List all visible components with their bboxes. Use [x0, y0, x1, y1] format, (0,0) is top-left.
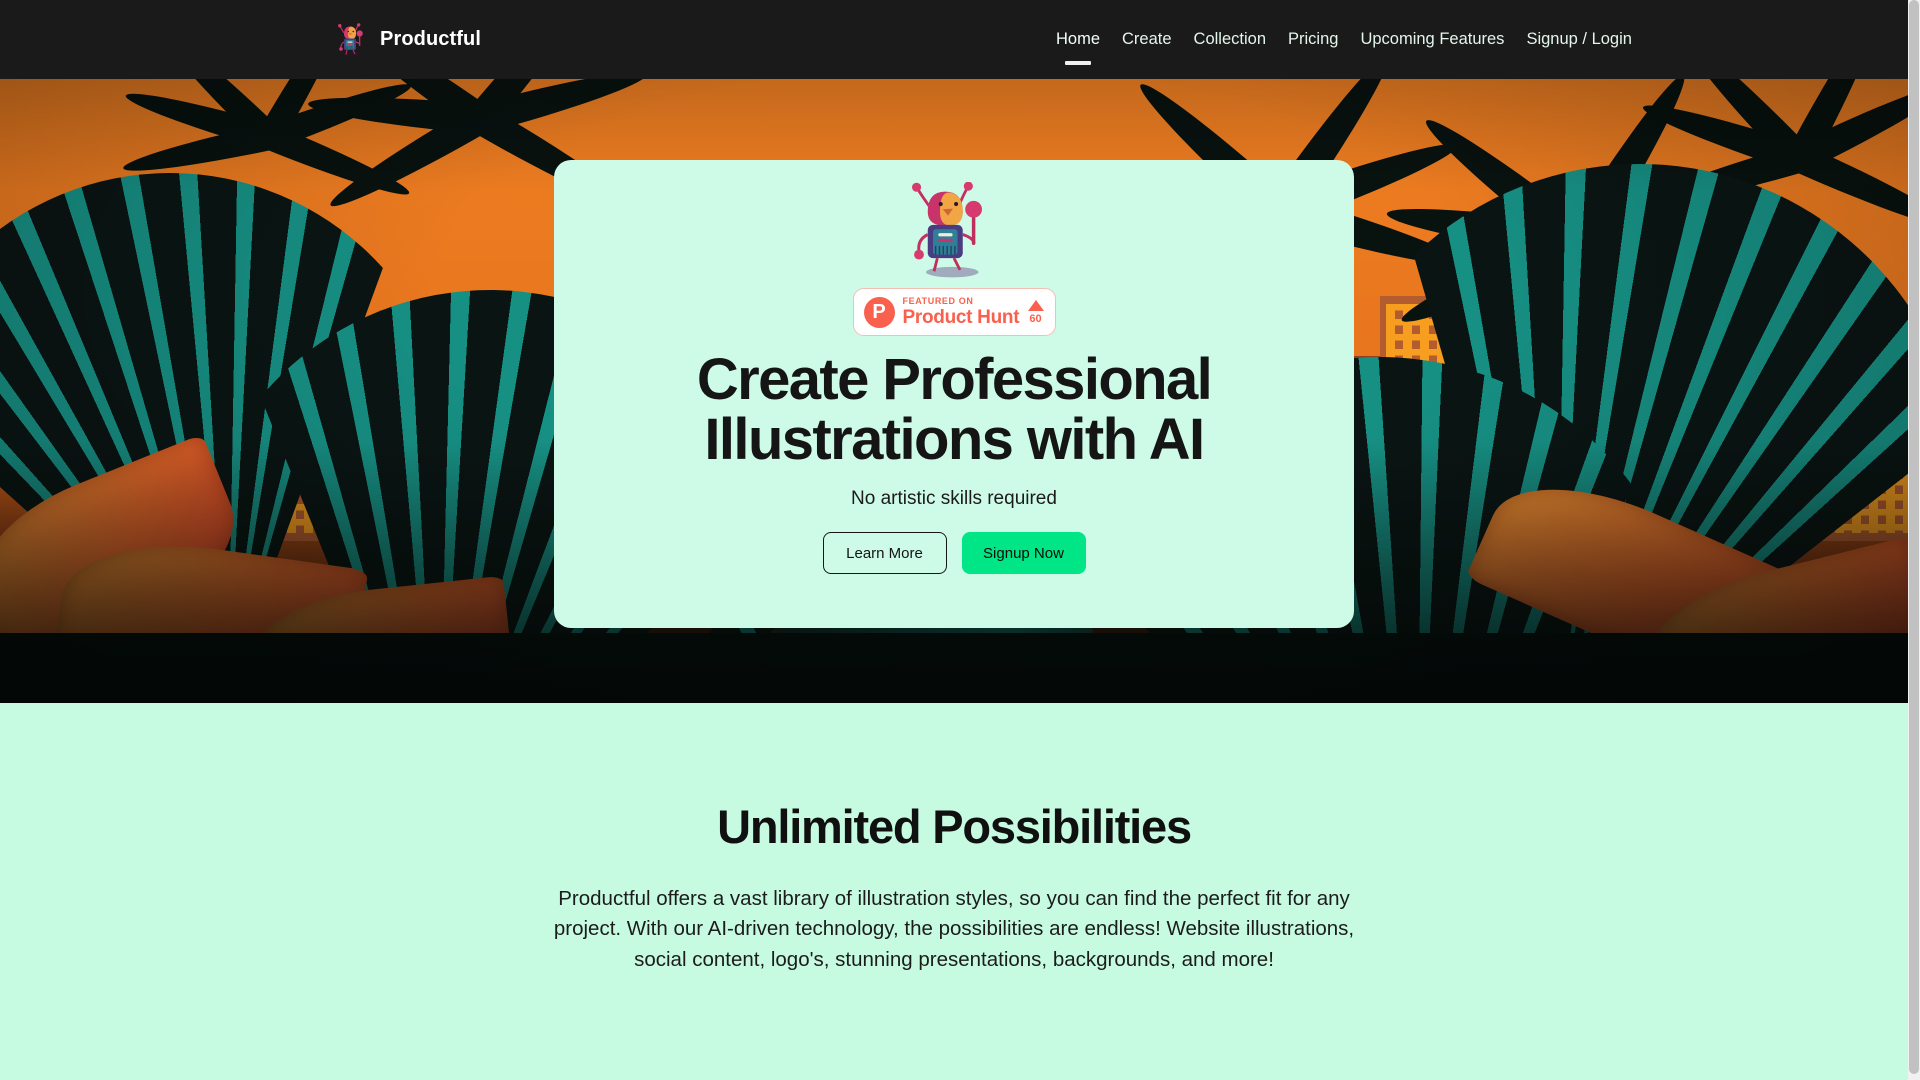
- hero-title-line-2: Illustrations with AI: [704, 406, 1205, 472]
- unlimited-possibilities-section: Unlimited Possibilities Productful offer…: [0, 703, 1908, 1080]
- brand-name: Productful: [380, 28, 481, 50]
- robot-mascot-icon: [338, 22, 363, 56]
- nav-item-collection-label: Collection: [1193, 30, 1267, 48]
- nav-item-collection[interactable]: Collection: [1183, 0, 1277, 79]
- nav-active-indicator: [1065, 61, 1091, 65]
- main-nav: Home Create Collection Pricing Upcoming …: [1045, 0, 1643, 79]
- nav-item-create-label: Create: [1122, 30, 1172, 48]
- product-hunt-featured-label: FEATURED ON: [902, 296, 974, 306]
- upvote-triangle-icon: [1027, 299, 1044, 311]
- nav-item-signup-login[interactable]: Signup / Login: [1515, 0, 1643, 79]
- hero-section: P FEATURED ON Product Hunt 60 Create Pro…: [0, 79, 1908, 703]
- nav-item-upcoming-features[interactable]: Upcoming Features: [1349, 0, 1515, 79]
- signup-now-button[interactable]: Signup Now: [961, 532, 1086, 575]
- product-hunt-upvote-count: 60: [1029, 312, 1042, 325]
- hero-action-buttons: Learn More Signup Now: [822, 532, 1086, 575]
- page-root: Productful Home Create Collection Pricin…: [0, 0, 1920, 1080]
- hero-card: P FEATURED ON Product Hunt 60 Create Pro…: [554, 160, 1354, 628]
- site-header: Productful Home Create Collection Pricin…: [0, 0, 1908, 79]
- nav-item-upcoming-features-label: Upcoming Features: [1360, 30, 1505, 48]
- product-hunt-logo-letter: P: [872, 301, 886, 323]
- page-scrollbar[interactable]: [1908, 0, 1920, 1080]
- learn-more-button[interactable]: Learn More: [822, 532, 947, 575]
- page-scrollbar-thumb[interactable]: [1909, 0, 1919, 1074]
- hero-title-line-1: Create Professional: [696, 347, 1213, 412]
- product-hunt-badge[interactable]: P FEATURED ON Product Hunt 60: [852, 288, 1056, 336]
- product-hunt-badge-text: FEATURED ON Product Hunt: [902, 296, 1020, 328]
- nav-item-home-label: Home: [1056, 30, 1101, 48]
- hero-subtitle: No artistic skills required: [851, 488, 1057, 510]
- nav-item-home[interactable]: Home: [1045, 0, 1111, 79]
- product-hunt-logo-icon: P: [863, 296, 895, 328]
- nav-item-create[interactable]: Create: [1111, 0, 1183, 79]
- product-hunt-upvote[interactable]: 60: [1027, 299, 1044, 325]
- brand-logo-link[interactable]: Productful: [338, 0, 481, 79]
- section-title: Unlimited Possibilities: [717, 800, 1192, 853]
- robot-mascot-icon: [912, 182, 982, 278]
- nav-item-signup-login-label: Signup / Login: [1526, 30, 1632, 48]
- nav-item-pricing[interactable]: Pricing: [1277, 0, 1349, 79]
- section-body-text: Productful offers a vast library of illu…: [553, 887, 1355, 971]
- product-hunt-name: Product Hunt: [902, 307, 1020, 328]
- hero-title: Create Professional Illustrations with A…: [644, 350, 1264, 469]
- nav-item-pricing-label: Pricing: [1288, 30, 1339, 48]
